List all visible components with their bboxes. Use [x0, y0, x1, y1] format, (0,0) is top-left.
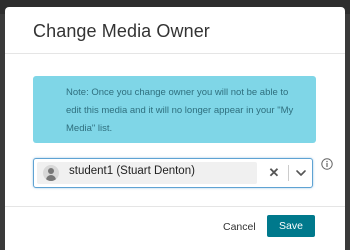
change-owner-dialog: Change Media Owner Note: Once you change… — [5, 7, 345, 250]
dialog-body: Note: Once you change owner you will not… — [5, 54, 345, 204]
clear-selection-icon[interactable]: ✕ — [267, 165, 281, 181]
dialog-footer: Cancel Save — [5, 206, 345, 250]
select-divider — [288, 165, 289, 181]
save-button[interactable]: Save — [267, 215, 315, 237]
selected-owner-label: student1 (Stuart Denton) — [69, 165, 195, 177]
note-message: Note: Once you change owner you will not… — [33, 76, 316, 143]
cancel-button[interactable]: Cancel — [223, 221, 256, 233]
chevron-down-icon[interactable] — [292, 164, 310, 182]
info-icon[interactable] — [321, 157, 333, 170]
owner-select[interactable]: student1 (Stuart Denton) ✕ — [33, 158, 313, 188]
user-avatar-icon — [43, 165, 59, 181]
selected-owner-chip: student1 (Stuart Denton) — [37, 162, 257, 184]
dialog-header: Change Media Owner — [5, 7, 345, 54]
dialog-title: Change Media Owner — [33, 21, 210, 41]
